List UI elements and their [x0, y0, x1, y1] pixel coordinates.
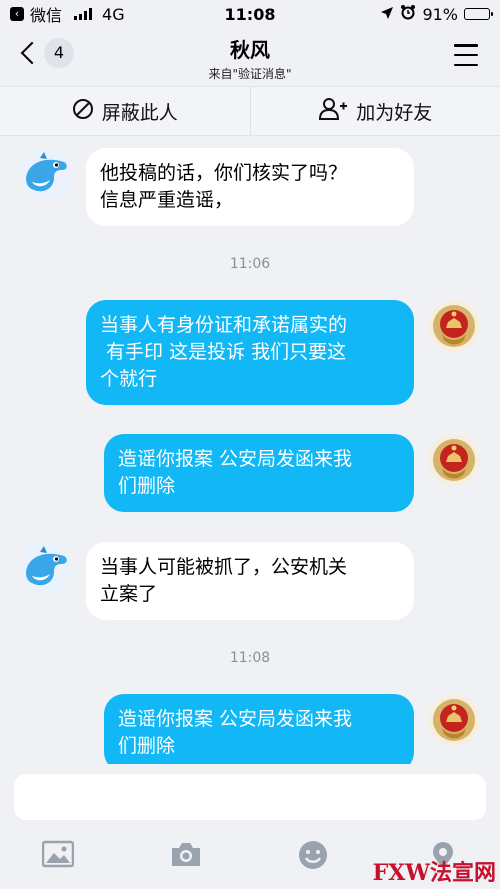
- message-row: 他投稿的话，你们核实了吗？ 信息严重造谣，: [0, 148, 500, 232]
- message-line: 他投稿的话，你们核实了吗？: [100, 162, 348, 184]
- carrier-label: 微信: [30, 6, 63, 25]
- back-to-app-icon[interactable]: ‹: [10, 7, 24, 21]
- timestamp: 11:06: [229, 256, 271, 272]
- image-icon[interactable]: [41, 840, 75, 870]
- dolphin-avatar[interactable]: [20, 542, 72, 594]
- title-block: 秋风 来自"验证消息": [0, 34, 500, 82]
- message-row: 当事人可能被抓了，公安机关 立案了: [0, 542, 500, 626]
- incoming-message-bubble[interactable]: 当事人可能被抓了，公安机关 立案了: [86, 542, 414, 620]
- message-list[interactable]: 他投稿的话，你们核实了吗？ 信息严重造谣， 11:06 当事人有身份证和承诺属实…: [0, 136, 500, 764]
- emblem-avatar[interactable]: [428, 694, 480, 746]
- outgoing-message-bubble[interactable]: 造谣你报案 公安局发函来我 们删除: [104, 694, 414, 764]
- signal-icon: [74, 8, 93, 20]
- message-line: 当事人有身份证和承诺属实的: [100, 314, 348, 336]
- incoming-message-bubble[interactable]: 他投稿的话，你们核实了吗？ 信息严重造谣，: [86, 148, 414, 226]
- network-label: 4G: [102, 4, 125, 24]
- block-icon: [72, 98, 94, 125]
- battery-percent: 91%: [422, 4, 458, 24]
- message-line: 有手印 这是投诉 我们只要这: [100, 341, 347, 363]
- add-friend-button[interactable]: 加为好友: [249, 87, 500, 135]
- watermark-logo: FXW法宣网: [373, 855, 496, 887]
- message-row: 当事人有身份证和承诺属实的 有手印 这是投诉 我们只要这 个就行: [0, 300, 500, 408]
- alarm-icon: [400, 4, 416, 24]
- emoji-icon[interactable]: [298, 840, 330, 870]
- timestamp: 11:08: [229, 650, 271, 666]
- composer: FXW法宣网: [0, 764, 500, 889]
- watermark-text-latin: FXW: [372, 860, 430, 886]
- status-left: ‹ 微信 4G: [10, 2, 125, 26]
- menu-line: [454, 53, 478, 57]
- battery-icon: [464, 8, 493, 20]
- message-line: 当事人可能被抓了，公安机关: [100, 556, 348, 578]
- action-bar: 屏蔽此人 加为好友: [0, 86, 500, 136]
- watermark-text-cn: 法宣网: [429, 860, 496, 886]
- message-line: 个就行: [100, 368, 158, 390]
- status-bar: ‹ 微信 4G 11:08 91%: [0, 0, 500, 28]
- dolphin-avatar[interactable]: [20, 148, 72, 200]
- menu-line: [454, 63, 478, 66]
- block-user-button[interactable]: 屏蔽此人: [0, 87, 250, 135]
- message-row: 造谣你报案 公安局发函来我 们删除: [0, 434, 500, 516]
- menu-button[interactable]: [454, 44, 478, 66]
- add-user-icon: [318, 97, 348, 126]
- outgoing-message-bubble[interactable]: 造谣你报案 公安局发函来我 们删除: [104, 434, 414, 512]
- message-row: 造谣你报案 公安局发函来我 们删除: [0, 694, 500, 764]
- message-line: 们删除: [118, 475, 176, 497]
- page-title: 秋风: [230, 38, 270, 62]
- message-line: 们删除: [118, 735, 176, 757]
- nav-bar: 4 秋风 来自"验证消息": [0, 28, 500, 86]
- outgoing-message-bubble[interactable]: 当事人有身份证和承诺属实的 有手印 这是投诉 我们只要这 个就行: [86, 300, 414, 405]
- location-arrow-icon: [380, 5, 394, 24]
- camera-icon[interactable]: [170, 840, 202, 870]
- message-input[interactable]: [14, 774, 486, 820]
- emblem-avatar[interactable]: [428, 434, 480, 486]
- add-friend-label: 加为好友: [356, 101, 433, 124]
- emblem-avatar[interactable]: [428, 300, 480, 352]
- message-line: 信息严重造谣，: [100, 189, 234, 211]
- menu-line: [454, 44, 478, 47]
- message-line: 造谣你报案 公安局发函来我: [118, 708, 353, 730]
- status-right: 91%: [380, 4, 493, 24]
- message-line: 造谣你报案 公安局发函来我: [118, 448, 353, 470]
- block-user-label: 屏蔽此人: [101, 101, 178, 124]
- page-subtitle: 来自"验证消息": [208, 67, 292, 81]
- message-line: 立案了: [100, 583, 158, 605]
